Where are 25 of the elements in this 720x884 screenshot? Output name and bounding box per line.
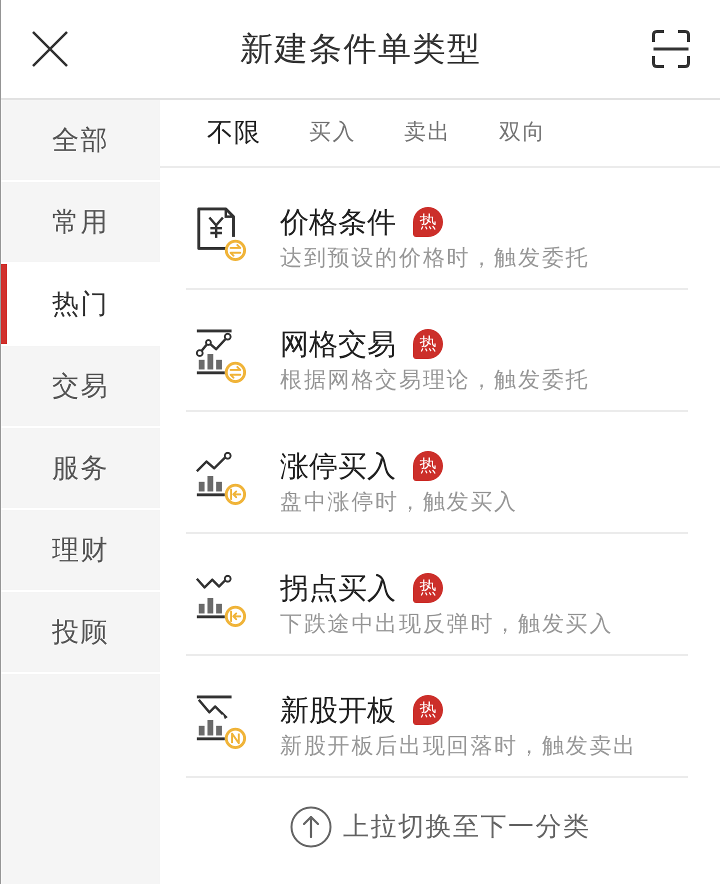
hot-badge: 热 xyxy=(413,695,443,725)
condition-title: 拐点买入 xyxy=(280,570,396,606)
condition-description: 下跌途中出现反弹时，触发买入 xyxy=(280,611,614,639)
hot-badge: 热 xyxy=(413,329,443,359)
filter-tab[interactable]: 卖出 xyxy=(404,117,451,149)
close-icon[interactable] xyxy=(31,30,69,68)
condition-description: 达到预设的价格时，触发委托 xyxy=(280,245,590,273)
hot-badge: 热 xyxy=(413,451,443,481)
scan-icon[interactable] xyxy=(652,30,690,68)
condition-title: 网格交易 xyxy=(280,326,396,362)
condition-description: 新股开板后出现回落时，触发卖出 xyxy=(280,733,637,761)
condition-description: 盘中涨停时，触发买入 xyxy=(280,489,518,517)
condition-description: 根据网格交易理论，触发委托 xyxy=(280,367,590,395)
arrow-up-circle-icon xyxy=(290,806,332,848)
condition-title: 价格条件 xyxy=(280,204,396,240)
pull-up-hint: 上拉切换至下一分类 xyxy=(342,811,590,844)
window-title: 新建条件单类型 xyxy=(240,28,482,70)
filter-tab[interactable]: 不限 xyxy=(207,117,261,149)
condition-title: 涨停买入 xyxy=(280,448,396,484)
filter-tab[interactable]: 双向 xyxy=(499,117,546,149)
condition-title: 新股开板 xyxy=(280,692,396,728)
hot-badge: 热 xyxy=(413,573,443,603)
hot-badge: 热 xyxy=(413,207,443,237)
sidebar-item[interactable]: 热门 xyxy=(1,264,160,346)
filter-tab[interactable]: 买入 xyxy=(309,117,356,149)
